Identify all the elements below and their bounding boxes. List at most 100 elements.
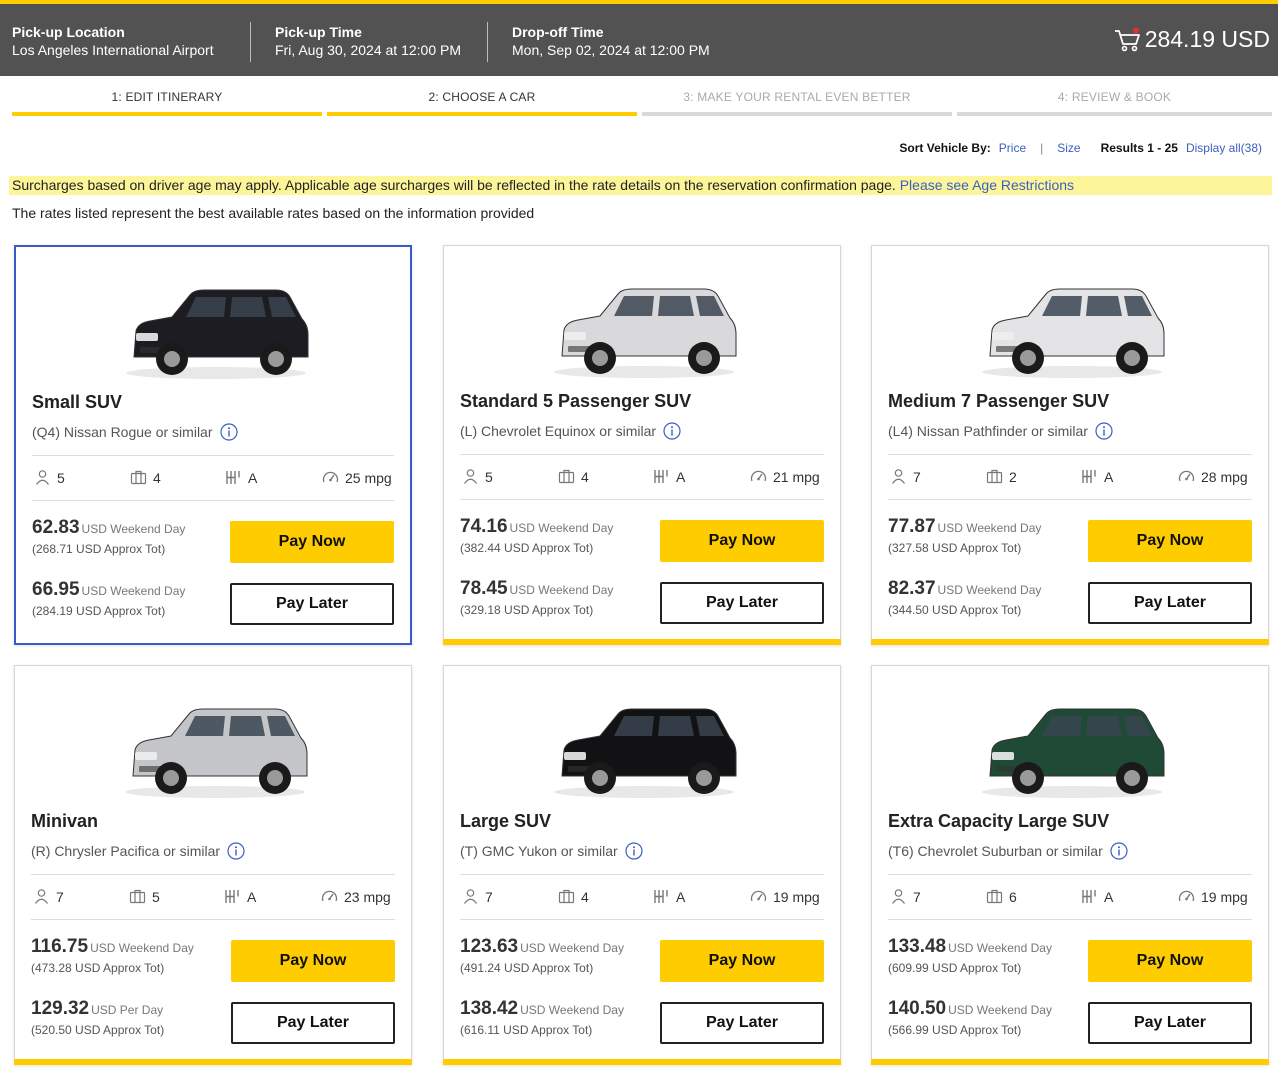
luggage-icon: [986, 889, 1003, 904]
pay-later-amount: 140.50: [888, 998, 947, 1019]
pickup-location-label: Pick-up Location: [12, 24, 125, 40]
vehicle-card[interactable]: Large SUV (T) GMC Yukon or similar 7 4 A…: [443, 665, 841, 1065]
pay-later-button[interactable]: Pay Later: [230, 583, 394, 625]
pay-later-price: 78.45 USD Weekend Day (329.18 USD Approx …: [460, 578, 613, 617]
pay-now-price: 74.16 USD Weekend Day (382.44 USD Approx …: [460, 516, 613, 555]
person-icon: [36, 470, 49, 485]
pickup-location[interactable]: Pick-up Location Los Angeles Internation…: [12, 23, 214, 60]
luggage-icon: [558, 889, 575, 904]
pay-now-button[interactable]: Pay Now: [660, 940, 824, 982]
pay-later-unit: USD Weekend Day: [948, 1003, 1052, 1017]
info-icon[interactable]: [625, 842, 643, 860]
pay-now-unit: USD Weekend Day: [937, 521, 1042, 535]
sort-by-price-link[interactable]: Price: [999, 141, 1026, 155]
info-icon[interactable]: [1095, 422, 1113, 440]
pay-now-price: 62.83 USD Weekend Day (268.71 USD Approx …: [32, 517, 185, 556]
pay-later-amount: 138.42: [460, 998, 519, 1019]
pay-later-total: (566.99 USD Approx Tot): [888, 1023, 1022, 1037]
pay-later-unit: USD Weekend Day: [81, 584, 186, 598]
spec-passengers: 7: [890, 888, 921, 905]
vehicle-card[interactable]: Extra Capacity Large SUV (T6) Chevrolet …: [871, 665, 1269, 1065]
vehicle-card[interactable]: Standard 5 Passenger SUV (L) Chevrolet E…: [443, 245, 841, 645]
divider: [460, 499, 824, 500]
pay-later-button[interactable]: Pay Later: [1088, 1002, 1252, 1044]
info-icon[interactable]: [219, 423, 238, 441]
person-icon: [892, 469, 905, 484]
step-review-book: 4: REVIEW & BOOK: [957, 90, 1272, 116]
info-icon[interactable]: [227, 842, 245, 860]
age-restrictions-link[interactable]: Please see Age Restrictions: [900, 177, 1074, 193]
sort-by-size-link[interactable]: Size: [1057, 141, 1080, 155]
pay-later-total: (520.50 USD Approx Tot): [31, 1023, 165, 1037]
pay-now-unit: USD Weekend Day: [90, 941, 194, 955]
pickup-time[interactable]: Pick-up Time Fri, Aug 30, 2024 at 12:00 …: [275, 23, 461, 60]
spec-luggage: 5: [129, 888, 160, 905]
vehicle-card[interactable]: Minivan (R) Chrysler Pacifica or similar…: [14, 665, 412, 1065]
info-icon[interactable]: [1110, 842, 1128, 860]
dropoff-time-label: Drop-off Time: [512, 24, 604, 40]
vehicle-model-row: (L) Chevrolet Equinox or similar: [460, 422, 681, 440]
cart-summary[interactable]: 284.19 USD: [1114, 26, 1270, 53]
pay-later-price: 129.32 USD Per Day (520.50 USD Approx Tot…: [31, 998, 164, 1037]
vehicle-card[interactable]: Small SUV (Q4) Nissan Rogue or similar 5…: [14, 245, 412, 645]
pay-now-total: (327.58 USD Approx Tot): [888, 541, 1022, 555]
pickup-location-value: Los Angeles International Airport: [12, 42, 214, 58]
pay-later-button[interactable]: Pay Later: [1088, 582, 1252, 624]
notice-text: Surcharges based on driver age may apply…: [12, 177, 900, 193]
results-count: Results 1 - 25: [1100, 141, 1178, 155]
display-all-link[interactable]: Display all(38): [1186, 141, 1262, 155]
dropoff-time[interactable]: Drop-off Time Mon, Sep 02, 2024 at 12:00…: [512, 23, 710, 60]
pay-now-button[interactable]: Pay Now: [1088, 520, 1252, 562]
pay-now-button[interactable]: Pay Now: [1088, 940, 1252, 982]
vehicle-model-row: (Q4) Nissan Rogue or similar: [32, 423, 238, 441]
vehicle-model: (T) GMC Yukon or similar: [460, 843, 618, 859]
pay-now-amount: 77.87: [888, 516, 936, 537]
pay-now-price: 133.48 USD Weekend Day (609.99 USD Approx…: [888, 936, 1052, 975]
pay-later-unit: USD Weekend Day: [509, 583, 614, 597]
luggage-icon: [558, 469, 575, 484]
gear-shift-icon: [1082, 890, 1096, 903]
pay-later-button[interactable]: Pay Later: [231, 1002, 395, 1044]
pay-later-button[interactable]: Pay Later: [660, 582, 824, 624]
info-icon[interactable]: [663, 422, 681, 440]
spec-fuel-economy: 19 mpg: [1178, 888, 1248, 905]
vehicle-model-row: (L4) Nissan Pathfinder or similar: [888, 422, 1113, 440]
pay-now-amount: 74.16: [460, 516, 508, 537]
pay-now-amount: 133.48: [888, 936, 947, 957]
spec-transmission: A: [1081, 888, 1113, 905]
vehicle-image: [982, 708, 1165, 798]
vehicle-card[interactable]: Medium 7 Passenger SUV (L4) Nissan Pathf…: [871, 245, 1269, 645]
rates-note: The rates listed represent the best avai…: [12, 205, 535, 221]
step-label: 4: REVIEW & BOOK: [1057, 90, 1172, 104]
speedometer-icon: [1178, 890, 1195, 902]
step-choose-car[interactable]: 2: CHOOSE A CAR: [327, 90, 637, 116]
pay-now-button[interactable]: Pay Now: [660, 520, 824, 562]
luggage-icon: [130, 470, 147, 485]
pickup-time-label: Pick-up Time: [275, 24, 362, 40]
step-edit-itinerary[interactable]: 1: EDIT ITINERARY: [12, 90, 322, 116]
spec-passengers: 7: [462, 888, 493, 905]
pay-later-button[interactable]: Pay Later: [660, 1002, 824, 1044]
spec-transmission: A: [1081, 468, 1113, 485]
header-divider: [487, 22, 488, 62]
speedometer-icon: [321, 890, 338, 902]
speedometer-icon: [750, 470, 767, 482]
pay-now-button[interactable]: Pay Now: [231, 940, 395, 982]
pay-now-button[interactable]: Pay Now: [230, 521, 394, 563]
sort-bar: Sort Vehicle By: Price | Size Results 1 …: [899, 141, 1262, 155]
pay-now-unit: USD Weekend Day: [81, 522, 186, 536]
vehicle-model-row: (R) Chrysler Pacifica or similar: [31, 842, 245, 860]
sort-separator: |: [1040, 141, 1044, 155]
vehicle-model: (L4) Nissan Pathfinder or similar: [888, 423, 1088, 439]
divider: [460, 874, 824, 875]
person-icon: [464, 469, 477, 484]
pay-later-price: 138.42 USD Weekend Day (616.11 USD Approx…: [460, 998, 624, 1037]
spec-transmission: A: [653, 888, 685, 905]
divider: [460, 919, 824, 920]
vehicle-model: (T6) Chevrolet Suburban or similar: [888, 843, 1103, 859]
pay-now-price: 116.75 USD Weekend Day (473.28 USD Approx…: [31, 936, 194, 975]
spec-luggage: 6: [986, 888, 1017, 905]
card-accent-bar: [871, 639, 1269, 645]
pay-now-unit: USD Weekend Day: [520, 941, 624, 955]
pay-now-amount: 62.83: [32, 517, 80, 538]
